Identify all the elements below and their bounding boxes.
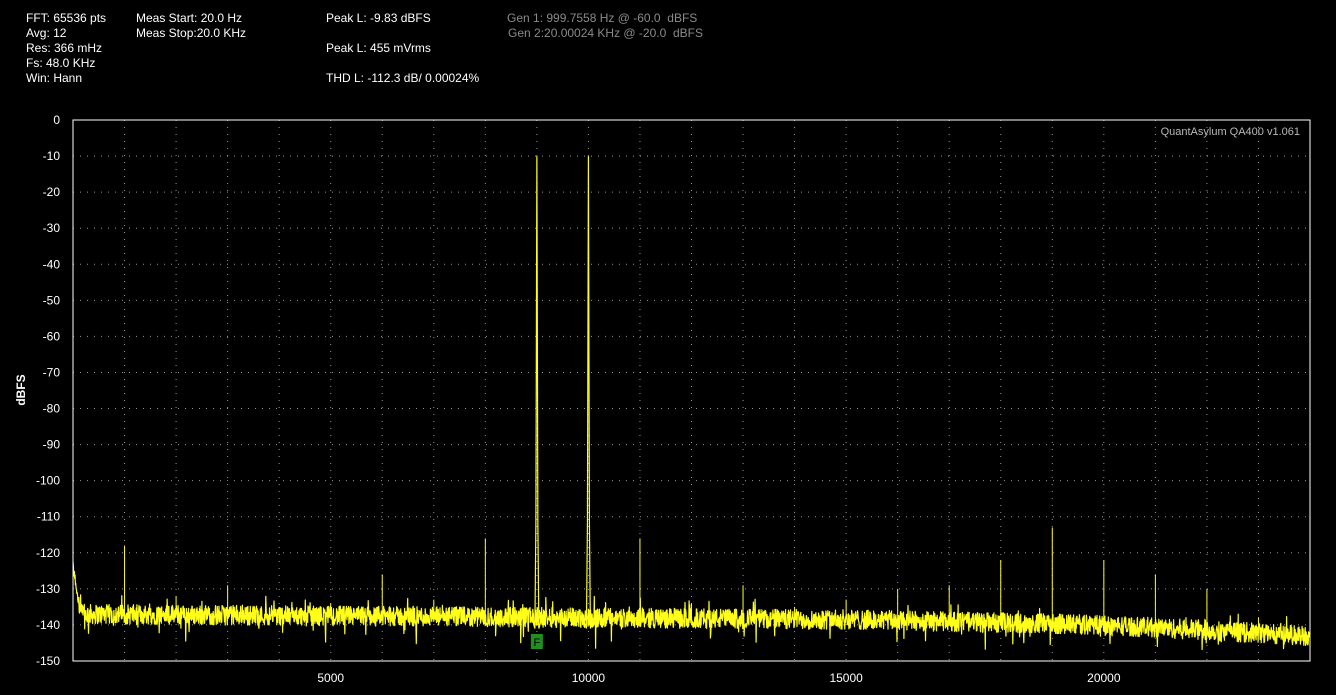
x-axis: 5000 10000 15000 20000 — [317, 671, 1120, 685]
main-tone-peak — [582, 156, 594, 629]
watermark-text: QuantAsylum QA400 v1.061 — [1160, 126, 1300, 138]
main-tone-peak — [531, 156, 543, 629]
y-tick-label: -150 — [36, 654, 60, 668]
y-tick-label: -80 — [43, 402, 61, 416]
y-tick-label: 0 — [53, 113, 60, 127]
y-tick-label: -120 — [36, 546, 60, 560]
y-tick-label: -10 — [43, 149, 61, 163]
plot-frame — [72, 119, 1311, 662]
x-tick-label: 15000 — [829, 671, 863, 685]
y-tick-label: -20 — [43, 185, 61, 199]
x-tick-label: 10000 — [572, 671, 606, 685]
grid — [73, 120, 1310, 661]
y-axis: 0 -10 -20 -30 -40 -50 -60 -70 -80 -90 -100 -110 -120… — [36, 113, 60, 668]
y-tick-label: -100 — [36, 474, 60, 488]
y-axis-label: dBFS — [14, 374, 28, 405]
y-tick-label: -70 — [43, 365, 61, 379]
y-tick-label: -140 — [36, 618, 60, 632]
y-tick-label: -110 — [37, 510, 60, 524]
y-tick-label: -30 — [43, 221, 61, 235]
y-tick-label: -60 — [43, 329, 61, 343]
fundamental-marker: F — [530, 634, 543, 649]
y-tick-label: -40 — [43, 257, 61, 271]
x-tick-label: 20000 — [1087, 671, 1121, 685]
x-tick-label: 5000 — [317, 671, 344, 685]
y-tick-label: -130 — [36, 582, 60, 596]
y-tick-label: -50 — [43, 293, 61, 307]
marker-label: F — [534, 637, 541, 649]
y-tick-label: -90 — [43, 438, 61, 452]
spectrum-chart: 0 -10 -20 -30 -40 -50 -60 -70 -80 -90 -100 -110 -120… — [14, 113, 1311, 685]
